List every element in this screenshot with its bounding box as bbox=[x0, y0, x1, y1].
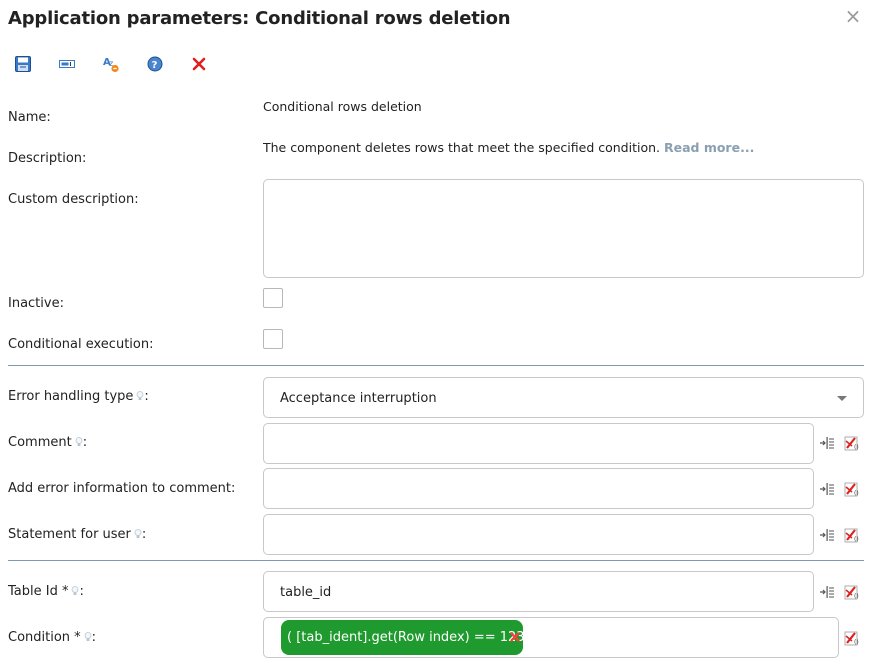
custom-description-label: Custom description: bbox=[8, 192, 139, 207]
separator bbox=[8, 365, 864, 366]
condition-label-text: Condition * bbox=[8, 630, 81, 645]
function-icon[interactable] bbox=[843, 583, 861, 601]
table-id-label-text: Table Id * bbox=[8, 584, 69, 599]
table-id-label: Table Id *: bbox=[8, 584, 84, 599]
insert-field-icon[interactable] bbox=[818, 480, 836, 498]
statement-input[interactable] bbox=[263, 514, 814, 555]
comment-input[interactable] bbox=[263, 423, 814, 464]
condition-chip-text: ( [tab_ident].get(Row index) == 123 ) bbox=[287, 630, 534, 645]
help-icon[interactable]: ? bbox=[146, 55, 164, 73]
insert-field-icon[interactable] bbox=[818, 434, 836, 452]
condition-label: Condition *: bbox=[8, 630, 96, 645]
insert-field-icon[interactable] bbox=[818, 583, 836, 601]
field-icon[interactable] bbox=[58, 55, 76, 73]
condition-label-colon: : bbox=[91, 630, 97, 645]
function-icon[interactable] bbox=[843, 480, 861, 498]
error-handling-label-text: Error handling type bbox=[8, 389, 134, 404]
close-icon[interactable]: × bbox=[843, 6, 863, 26]
function-icon[interactable] bbox=[843, 434, 861, 452]
inactive-label: Inactive: bbox=[8, 296, 64, 311]
error-handling-label: Error handling type: bbox=[8, 389, 149, 404]
comment-label-colon: : bbox=[82, 435, 88, 450]
table-id-label-colon: : bbox=[79, 584, 84, 599]
table-id-input[interactable]: table_id bbox=[263, 571, 814, 612]
chevron-down-icon bbox=[837, 396, 847, 401]
hint-bulb-icon[interactable] bbox=[134, 529, 142, 539]
statement-label-colon: : bbox=[141, 527, 147, 542]
insert-field-icon[interactable] bbox=[818, 526, 836, 544]
error-handling-select[interactable]: Acceptance interruption bbox=[263, 377, 864, 418]
inactive-checkbox[interactable] bbox=[263, 288, 283, 308]
cancel-icon[interactable] bbox=[190, 55, 208, 73]
description-label: Description: bbox=[8, 151, 87, 166]
translate-icon[interactable]: A z bbox=[102, 55, 120, 73]
hint-bulb-icon[interactable] bbox=[84, 632, 92, 642]
name-label: Name: bbox=[8, 110, 51, 125]
save-icon[interactable] bbox=[14, 55, 32, 73]
hint-bulb-icon[interactable] bbox=[75, 437, 83, 447]
conditional-execution-checkbox[interactable] bbox=[263, 329, 283, 349]
table-id-input-value: table_id bbox=[280, 585, 332, 600]
statement-label-text: Statement for user bbox=[8, 527, 131, 542]
function-icon[interactable] bbox=[843, 629, 861, 647]
error-handling-select-value: Acceptance interruption bbox=[280, 391, 437, 406]
separator bbox=[8, 560, 864, 561]
dialog-title: Application parameters: Conditional rows… bbox=[8, 8, 511, 29]
statement-label: Statement for user: bbox=[8, 527, 146, 542]
condition-input[interactable]: ( [tab_ident].get(Row index) == 123 ) bbox=[263, 617, 839, 658]
add-error-input[interactable] bbox=[263, 468, 814, 509]
custom-description-textarea[interactable] bbox=[263, 179, 864, 278]
comment-label: Comment: bbox=[8, 435, 87, 450]
svg-text:?: ? bbox=[152, 60, 158, 71]
read-more-link[interactable]: Read more... bbox=[664, 140, 754, 155]
description-value: The component deletes rows that meet the… bbox=[263, 140, 754, 155]
name-value: Conditional rows deletion bbox=[263, 99, 422, 114]
conditional-execution-label: Conditional execution: bbox=[8, 337, 154, 352]
add-error-label: Add error information to comment: bbox=[8, 481, 236, 496]
function-icon[interactable] bbox=[843, 526, 861, 544]
remove-condition-icon[interactable] bbox=[510, 632, 520, 642]
condition-chip[interactable]: ( [tab_ident].get(Row index) == 123 ) bbox=[281, 620, 534, 655]
comment-label-text: Comment bbox=[8, 435, 72, 450]
error-handling-label-colon: : bbox=[144, 389, 149, 404]
description-text: The component deletes rows that meet the… bbox=[263, 140, 660, 155]
